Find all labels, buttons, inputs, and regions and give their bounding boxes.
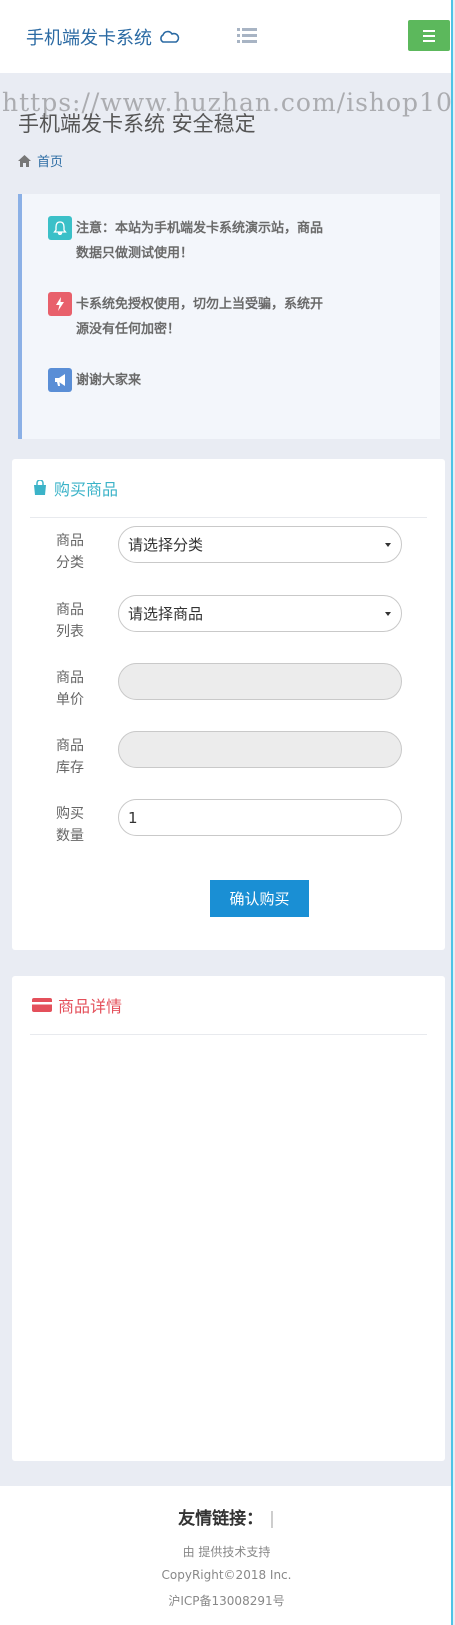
friend-links: 友情链接： | — [0, 1504, 451, 1529]
stock-label: 商品库存 — [56, 738, 84, 776]
notice-text: 注意：本站为手机端发卡系统演示站，商品数据只做测试使用！ — [76, 221, 324, 261]
copyright-text: CopyRight©2018 Inc. — [161, 1568, 292, 1582]
quantity-value: 1 — [128, 808, 138, 827]
friend-links-separator: | — [269, 1509, 275, 1529]
notice-text: 卡系统免授权使用，切勿上当受骗，系统开源没有任何加密！ — [76, 297, 324, 337]
caret-down-icon — [385, 612, 391, 616]
notice-item: 卡系统免授权使用，切勿上当受骗，系统开源没有任何加密！ — [48, 292, 440, 342]
breadcrumb: 首页 — [18, 151, 63, 170]
friend-links-label: 友情链接： — [178, 1509, 264, 1529]
notice-item: 注意：本站为手机端发卡系统演示站，商品数据只做测试使用！ — [48, 216, 440, 266]
buy-panel-header: 购买商品 — [30, 459, 427, 518]
credit-card-icon — [32, 998, 52, 1012]
category-select[interactable]: 请选择分类 — [118, 526, 402, 563]
stock-field — [118, 731, 402, 768]
list-icon[interactable] — [237, 27, 257, 45]
brand-logo[interactable]: 手机端发卡系统 — [26, 24, 180, 50]
detail-panel-title: 商品详情 — [58, 997, 123, 1016]
quantity-input[interactable]: 1 — [118, 799, 402, 836]
page-frame: 手机端发卡系统 手机端发卡系统 安全稳定 https://www.huzhan.… — [0, 0, 453, 1625]
lightning-icon — [48, 292, 72, 316]
home-icon — [18, 154, 31, 167]
confirm-purchase-button[interactable]: 确认购买 — [210, 880, 309, 917]
cloud-icon — [160, 30, 180, 43]
caret-down-icon — [385, 543, 391, 547]
buy-panel: 购买商品 商品分类 请选择分类 商品列表 请选择商品 商品单价 商品库存 购买数… — [12, 459, 445, 950]
megaphone-icon — [48, 368, 72, 392]
footer: 友情链接： | 由 提供技术支持 CopyRight©2018 Inc. 沪IC… — [0, 1486, 451, 1625]
notice-text: 谢谢大家来 — [76, 373, 142, 388]
price-field — [118, 663, 402, 700]
hamburger-line — [423, 34, 435, 37]
category-select-value: 请选择分类 — [128, 536, 204, 554]
notice-item: 谢谢大家来 — [48, 368, 440, 393]
buy-panel-title: 购买商品 — [54, 480, 119, 499]
page-title: 手机端发卡系统 安全稳定 — [18, 112, 256, 136]
product-label: 商品列表 — [56, 602, 84, 640]
hamburger-line — [423, 39, 435, 42]
breadcrumb-home-link[interactable]: 首页 — [37, 151, 63, 170]
icp-text[interactable]: 沪ICP备13008291号 — [0, 1592, 451, 1609]
notice-card: 注意：本站为手机端发卡系统演示站，商品数据只做测试使用！ 卡系统免授权使用，切勿… — [18, 194, 440, 439]
product-select-value: 请选择商品 — [128, 605, 204, 623]
category-label: 商品分类 — [56, 533, 84, 571]
price-label: 商品单价 — [56, 670, 84, 708]
detail-panel-header: 商品详情 — [30, 976, 427, 1035]
detail-panel: 商品详情 — [12, 976, 445, 1461]
top-bar: 手机端发卡系统 — [0, 0, 451, 73]
product-select[interactable]: 请选择商品 — [118, 595, 402, 632]
quantity-label: 购买数量 — [56, 806, 84, 844]
tech-support-text: 由 提供技术支持 — [182, 1545, 271, 1559]
menu-button[interactable] — [408, 20, 450, 51]
hamburger-icon — [423, 29, 435, 32]
brand-name: 手机端发卡系统 — [26, 28, 152, 49]
shopping-bag-icon — [34, 480, 46, 495]
bell-icon — [48, 216, 72, 240]
